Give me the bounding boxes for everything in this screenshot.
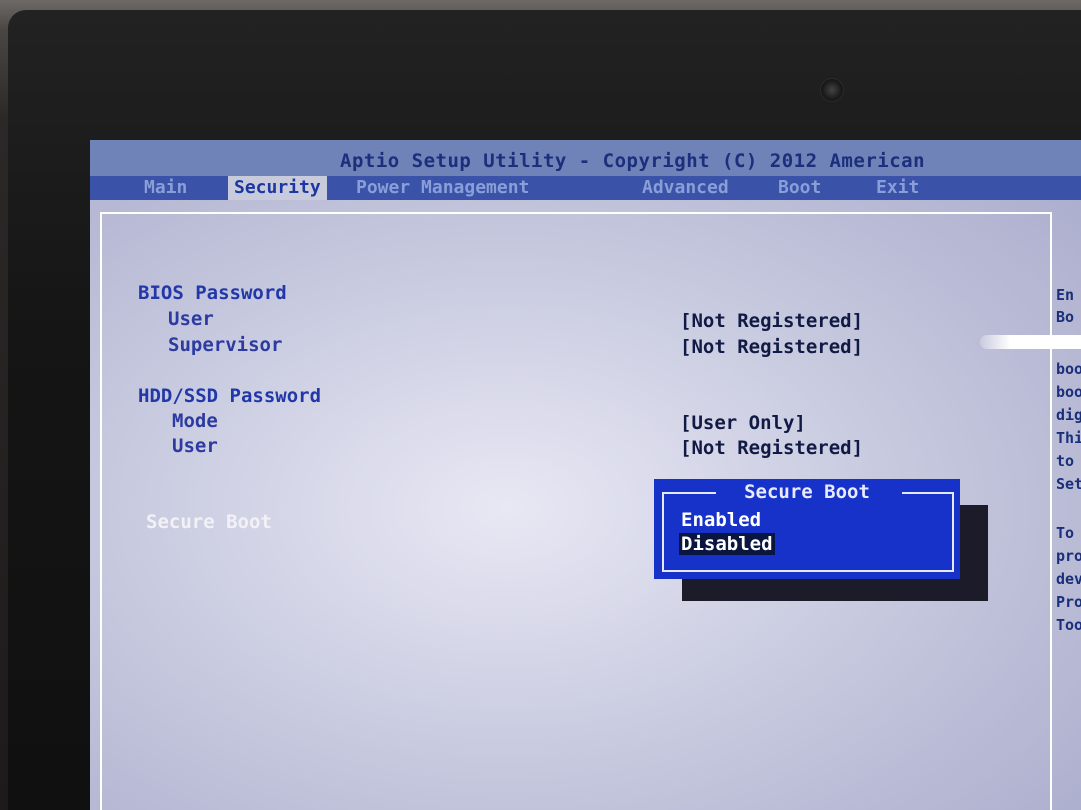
- tab-power-management[interactable]: Power Management: [356, 176, 529, 200]
- secure-boot-item[interactable]: Secure Boot: [146, 511, 272, 533]
- help-text-line: Thi: [1056, 429, 1081, 447]
- popup-title: Secure Boot: [744, 481, 870, 503]
- tab-boot[interactable]: Boot: [778, 176, 821, 200]
- bios-user-label[interactable]: User: [168, 308, 214, 330]
- bios-password-heading: BIOS Password: [138, 282, 287, 304]
- help-panel: En Bo boo boo dig Thi to Set To pro dev …: [1050, 212, 1081, 810]
- tab-bar: Main Security Power Management Advanced …: [90, 176, 1081, 200]
- hdd-password-heading: HDD/SSD Password: [138, 385, 322, 407]
- help-text-line: Bo: [1056, 308, 1075, 326]
- hdd-user-label[interactable]: User: [172, 435, 218, 457]
- bios-supervisor-label[interactable]: Supervisor: [168, 334, 282, 356]
- secure-boot-popup: Secure Boot Enabled Disabled: [654, 479, 960, 579]
- option-disabled[interactable]: Disabled: [679, 533, 775, 555]
- hdd-mode-value: [User Only]: [680, 412, 806, 434]
- popup-frame: [662, 492, 954, 572]
- bios-screen: Aptio Setup Utility - Copyright (C) 2012…: [90, 140, 1081, 810]
- tab-advanced[interactable]: Advanced: [642, 176, 729, 200]
- tab-main[interactable]: Main: [144, 176, 187, 200]
- hdd-user-value: [Not Registered]: [680, 437, 864, 459]
- tab-exit[interactable]: Exit: [876, 176, 919, 200]
- help-text-line: boo: [1056, 360, 1081, 378]
- bios-user-value: [Not Registered]: [680, 310, 864, 332]
- help-text-line: dev: [1056, 570, 1081, 588]
- help-text-line: to: [1056, 452, 1075, 470]
- title-bar: Aptio Setup Utility - Copyright (C) 2012…: [90, 140, 1081, 176]
- help-text-line: En: [1056, 286, 1075, 304]
- help-text-line: dig: [1056, 406, 1081, 424]
- page-title: Aptio Setup Utility - Copyright (C) 2012…: [340, 150, 926, 172]
- webcam-icon: [820, 78, 844, 102]
- help-text-line: Pro: [1056, 593, 1081, 611]
- help-text-line: Set: [1056, 475, 1081, 493]
- hdd-mode-label[interactable]: Mode: [172, 410, 218, 432]
- screen-glare: [980, 335, 1081, 349]
- help-text-line: boo: [1056, 383, 1081, 401]
- help-text-line: pro: [1056, 547, 1081, 565]
- bios-supervisor-value: [Not Registered]: [680, 336, 864, 358]
- tab-security[interactable]: Security: [228, 176, 327, 200]
- option-enabled[interactable]: Enabled: [681, 509, 761, 531]
- help-text-line: Too: [1056, 616, 1081, 634]
- help-text-line: To: [1056, 524, 1075, 542]
